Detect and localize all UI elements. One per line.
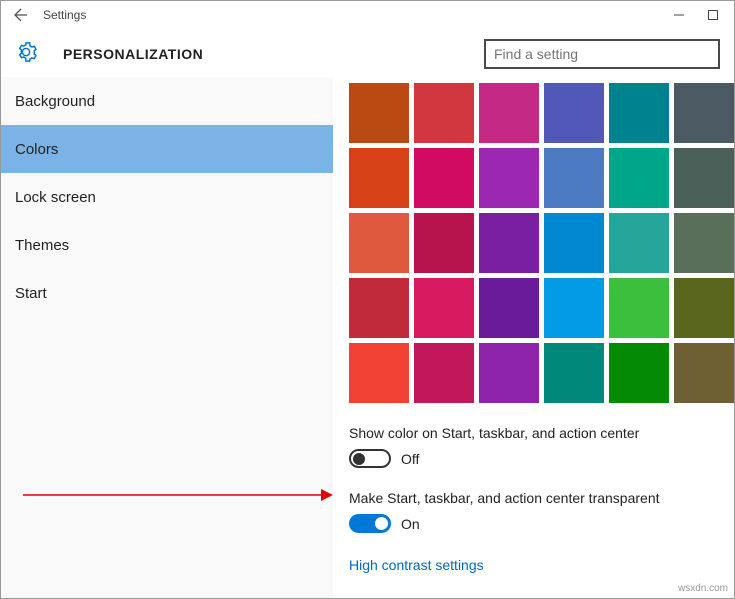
color-swatch[interactable] bbox=[414, 213, 474, 273]
color-swatch[interactable] bbox=[414, 278, 474, 338]
sidebar-item-background[interactable]: Background bbox=[1, 77, 333, 125]
color-swatch[interactable] bbox=[609, 148, 669, 208]
arrow-left-icon bbox=[11, 7, 27, 23]
color-swatch[interactable] bbox=[609, 343, 669, 403]
show-color-state: Off bbox=[401, 451, 419, 467]
color-swatch[interactable] bbox=[349, 148, 409, 208]
maximize-button[interactable] bbox=[696, 1, 730, 29]
transparent-toggle[interactable] bbox=[349, 514, 391, 533]
minimize-button[interactable] bbox=[662, 1, 696, 29]
color-swatch[interactable] bbox=[414, 343, 474, 403]
color-swatch[interactable] bbox=[609, 213, 669, 273]
sidebar-item-start[interactable]: Start bbox=[1, 269, 333, 317]
show-color-label: Show color on Start, taskbar, and action… bbox=[349, 425, 734, 441]
color-swatch[interactable] bbox=[609, 278, 669, 338]
header: PERSONALIZATION bbox=[1, 31, 734, 77]
high-contrast-link[interactable]: High contrast settings bbox=[349, 557, 484, 573]
color-swatch[interactable] bbox=[479, 148, 539, 208]
color-swatch[interactable] bbox=[544, 148, 604, 208]
show-color-toggle[interactable] bbox=[349, 449, 391, 468]
window-title: Settings bbox=[43, 8, 86, 22]
color-swatch[interactable] bbox=[479, 278, 539, 338]
color-swatch[interactable] bbox=[349, 343, 409, 403]
color-swatch[interactable] bbox=[479, 343, 539, 403]
titlebar: Settings bbox=[1, 1, 734, 29]
window-controls bbox=[662, 1, 730, 29]
watermark: wsxdn.com bbox=[678, 583, 728, 594]
sidebar-item-lock-screen[interactable]: Lock screen bbox=[1, 173, 333, 221]
color-swatch[interactable] bbox=[414, 83, 474, 143]
color-swatch[interactable] bbox=[674, 343, 734, 403]
color-swatch[interactable] bbox=[349, 278, 409, 338]
color-swatch[interactable] bbox=[544, 213, 604, 273]
back-button[interactable] bbox=[5, 1, 33, 29]
sidebar-item-colors[interactable]: Colors bbox=[1, 125, 333, 173]
color-swatch[interactable] bbox=[544, 83, 604, 143]
color-swatch[interactable] bbox=[414, 148, 474, 208]
color-swatch[interactable] bbox=[674, 148, 734, 208]
page-title: PERSONALIZATION bbox=[63, 46, 203, 62]
transparent-state: On bbox=[401, 516, 420, 532]
gear-icon bbox=[15, 41, 37, 68]
color-palette bbox=[349, 83, 734, 403]
color-swatch[interactable] bbox=[349, 213, 409, 273]
color-swatch[interactable] bbox=[479, 83, 539, 143]
color-swatch[interactable] bbox=[544, 343, 604, 403]
sidebar-item-themes[interactable]: Themes bbox=[1, 221, 333, 269]
color-swatch[interactable] bbox=[674, 213, 734, 273]
color-swatch[interactable] bbox=[674, 83, 734, 143]
transparent-label: Make Start, taskbar, and action center t… bbox=[349, 490, 734, 506]
color-swatch[interactable] bbox=[544, 278, 604, 338]
color-swatch[interactable] bbox=[349, 83, 409, 143]
search-input[interactable] bbox=[484, 39, 720, 69]
content: Show color on Start, taskbar, and action… bbox=[333, 77, 734, 598]
color-swatch[interactable] bbox=[609, 83, 669, 143]
main: BackgroundColorsLock screenThemesStart S… bbox=[1, 77, 734, 598]
color-swatch[interactable] bbox=[479, 213, 539, 273]
sidebar: BackgroundColorsLock screenThemesStart bbox=[1, 77, 333, 598]
color-swatch[interactable] bbox=[674, 278, 734, 338]
